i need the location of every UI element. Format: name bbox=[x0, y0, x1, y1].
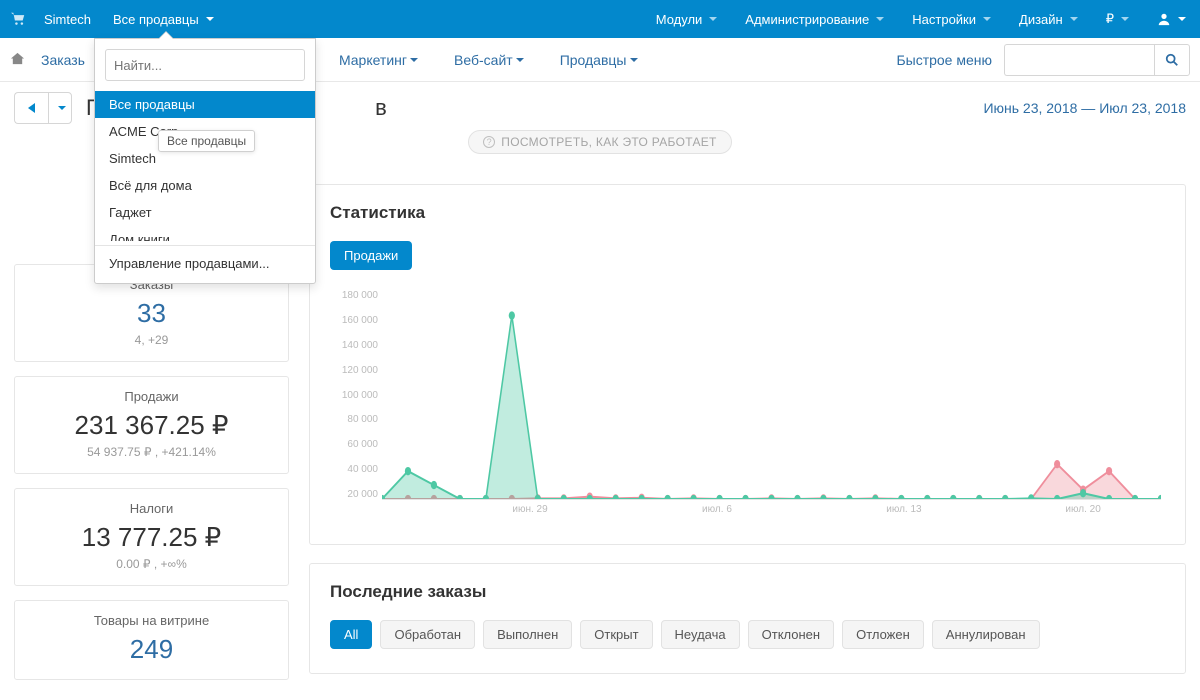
brand[interactable]: Simtech bbox=[44, 12, 91, 27]
stat-sub: 0.00 ₽ , +∞% bbox=[23, 557, 280, 571]
back-dropdown[interactable] bbox=[48, 92, 72, 124]
sales-chart: 180 000 160 000 140 000 120 000 100 000 80 00… bbox=[330, 290, 1165, 520]
caret-down-icon bbox=[1121, 17, 1129, 21]
x-tick: июл. 6 bbox=[702, 504, 732, 515]
stat-value: 33 bbox=[23, 298, 280, 329]
top-menu-Модули[interactable]: Модули bbox=[652, 12, 722, 27]
stat-value: 249 bbox=[23, 634, 280, 665]
y-tick: 180 000 bbox=[330, 290, 378, 301]
filter-chip[interactable]: Открыт bbox=[580, 620, 652, 649]
x-tick: июн. 29 bbox=[512, 504, 547, 515]
stat-sub: 4, +29 bbox=[23, 333, 280, 347]
caret-down-icon bbox=[876, 17, 884, 21]
arrow-left-icon bbox=[28, 103, 35, 113]
stats-title: Статистика bbox=[330, 203, 1165, 223]
sales-button[interactable]: Продажи bbox=[330, 241, 412, 270]
stat-card: Налоги 13 777.25 ₽ 0.00 ₽ , +∞% bbox=[14, 488, 289, 586]
caret-down-icon bbox=[983, 17, 991, 21]
date-range[interactable]: Июнь 23, 2018 — Июл 23, 2018 bbox=[983, 100, 1186, 116]
user-icon bbox=[1157, 12, 1171, 26]
currency-switcher[interactable]: ₽ bbox=[1102, 11, 1133, 27]
y-tick: 160 000 bbox=[330, 315, 378, 326]
filter-chip[interactable]: All bbox=[330, 620, 372, 649]
caret-down-icon bbox=[516, 58, 524, 62]
x-tick: июл. 13 bbox=[886, 504, 921, 515]
stats-panel: Статистика Продажи 180 000 160 000 140 000… bbox=[309, 184, 1186, 545]
stat-title: Товары на витрине bbox=[23, 613, 280, 628]
caret-down-icon bbox=[206, 17, 214, 21]
caret-down-icon bbox=[1178, 17, 1186, 21]
stat-title: Продажи bbox=[23, 389, 280, 404]
stat-value: 231 367.25 ₽ bbox=[23, 410, 280, 441]
caret-down-icon bbox=[630, 58, 638, 62]
stat-sub: 54 937.75 ₽ , +421.14% bbox=[23, 445, 280, 459]
vendor-item[interactable]: Все продавцы bbox=[95, 91, 315, 118]
quick-menu[interactable]: Быстрое меню bbox=[896, 52, 992, 68]
y-tick: 60 000 bbox=[330, 439, 378, 450]
vendor-search-input[interactable] bbox=[105, 49, 305, 81]
vendor-item[interactable]: Гаджет bbox=[95, 199, 315, 226]
caret-down-icon bbox=[1070, 17, 1078, 21]
stat-card: Товары на витрине 249 bbox=[14, 600, 289, 680]
stat-card: Продажи 231 367.25 ₽ 54 937.75 ₽ , +421.14… bbox=[14, 376, 289, 474]
filter-chip[interactable]: Обработан bbox=[380, 620, 475, 649]
caret-down-icon bbox=[709, 17, 717, 21]
user-menu[interactable] bbox=[1153, 12, 1190, 26]
how-it-works-label: ПОСМОТРЕТЬ, КАК ЭТО РАБОТАЕТ bbox=[501, 135, 716, 149]
top-menu-Администрирование[interactable]: Администрирование bbox=[741, 12, 888, 27]
how-it-works[interactable]: ? ПОСМОТРЕТЬ, КАК ЭТО РАБОТАЕТ bbox=[468, 130, 731, 154]
nav-Продавцы[interactable]: Продавцы bbox=[560, 52, 638, 68]
filter-chip[interactable]: Отклонен bbox=[748, 620, 834, 649]
search-button[interactable] bbox=[1154, 44, 1190, 76]
vendor-dropdown: Все продавцыACME CorpSimtechВсё для дома… bbox=[94, 38, 316, 284]
y-tick: 120 000 bbox=[330, 365, 378, 376]
y-tick: 20 000 bbox=[330, 489, 378, 500]
nav-Маркетинг[interactable]: Маркетинг bbox=[339, 52, 418, 68]
search-input[interactable] bbox=[1004, 44, 1154, 76]
filter-chip[interactable]: Выполнен bbox=[483, 620, 572, 649]
nav-Заказы[interactable]: Заказы bbox=[41, 52, 85, 68]
x-tick: июл. 20 bbox=[1065, 504, 1100, 515]
last-orders-title: Последние заказы bbox=[330, 582, 1165, 602]
info-icon: ? bbox=[483, 136, 495, 148]
top-menu-Настройки[interactable]: Настройки bbox=[908, 12, 995, 27]
manage-vendors[interactable]: Управление продавцами... bbox=[95, 246, 315, 283]
stat-title: Налоги bbox=[23, 501, 280, 516]
vendor-item[interactable]: Дом книги bbox=[95, 226, 315, 241]
top-menu-Дизайн[interactable]: Дизайн bbox=[1015, 12, 1082, 27]
caret-down-icon bbox=[58, 106, 66, 110]
caret-down-icon bbox=[410, 58, 418, 62]
vendor-switcher[interactable]: Все продавцы bbox=[109, 12, 218, 27]
y-tick: 100 000 bbox=[330, 390, 378, 401]
nav-Веб-сайт[interactable]: Веб-сайт bbox=[454, 52, 524, 68]
y-tick: 40 000 bbox=[330, 464, 378, 475]
home-icon[interactable] bbox=[10, 51, 25, 69]
stat-value: 13 777.25 ₽ bbox=[23, 522, 280, 553]
y-tick: 80 000 bbox=[330, 414, 378, 425]
last-orders-panel: Последние заказы All Обработан Выполнен Отк… bbox=[309, 563, 1186, 674]
filter-chip[interactable]: Аннулирован bbox=[932, 620, 1040, 649]
vendor-tooltip: Все продавцы bbox=[158, 130, 255, 152]
y-tick: 140 000 bbox=[330, 340, 378, 351]
vendor-switcher-label: Все продавцы bbox=[113, 12, 199, 27]
back-button[interactable] bbox=[14, 92, 48, 124]
cart-icon[interactable] bbox=[10, 12, 26, 26]
vendor-item[interactable]: Всё для дома bbox=[95, 172, 315, 199]
filter-chip[interactable]: Неудача bbox=[661, 620, 740, 649]
filter-chip[interactable]: Отложен bbox=[842, 620, 924, 649]
